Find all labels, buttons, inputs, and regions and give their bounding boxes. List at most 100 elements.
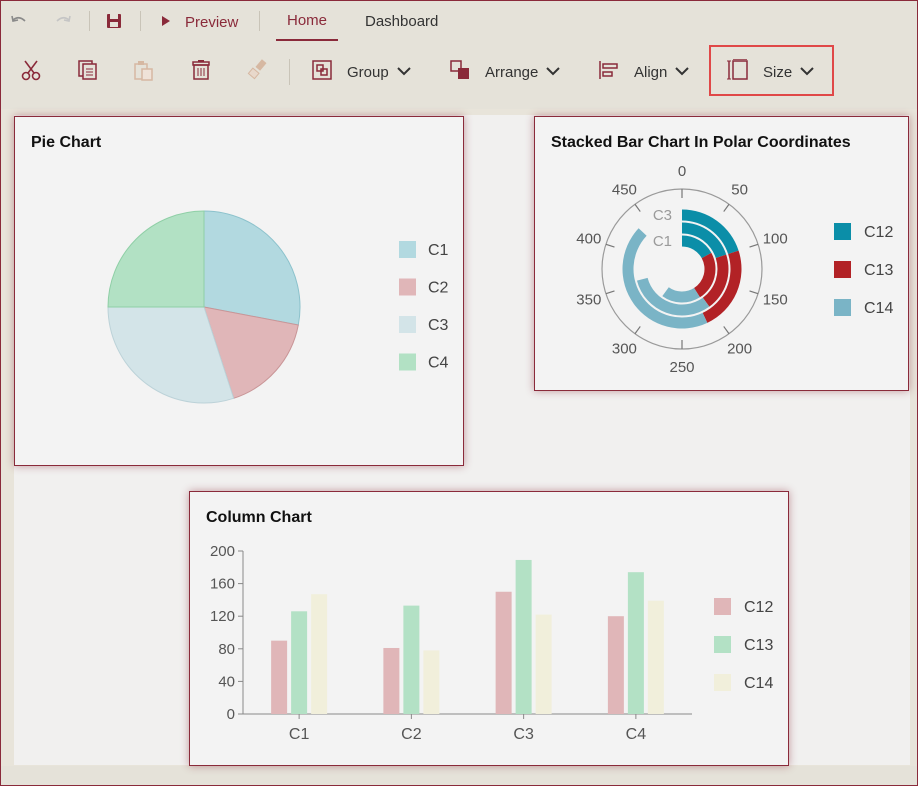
group-icon [311, 59, 333, 86]
chevron-down-icon [546, 63, 561, 81]
paste-button[interactable] [133, 57, 155, 87]
paste-icon [133, 59, 155, 86]
chevron-down-icon [396, 63, 411, 81]
pie-chart-panel[interactable]: Pie Chart C1 C2 C3 C4 [14, 116, 464, 466]
bottom-bar [1, 766, 917, 785]
align-button[interactable]: Align [598, 57, 690, 87]
bar-c14-c2 [423, 650, 440, 714]
group-label: Group [347, 63, 389, 81]
polar-chart: 0 50 100 150 200 250 300 350 400 450 C1 C3 C12 C13 C14 [576, 163, 893, 376]
bar-c13-c2 [403, 605, 420, 714]
legend-label-c13: C13 [864, 262, 893, 279]
group-button[interactable]: Group [311, 57, 411, 87]
polar-category-label: C3 [653, 207, 672, 224]
polar-category-label: C1 [653, 233, 672, 250]
polar-tick-label: 100 [763, 231, 788, 248]
align-left-icon [598, 59, 620, 86]
pie-chart: C1 C2 C3 C4 [107, 210, 449, 404]
preview-label: Preview [185, 13, 239, 31]
bar-c13-c4 [627, 572, 644, 714]
copy-button[interactable] [77, 57, 99, 87]
polar-tick-label: 0 [678, 163, 686, 180]
ribbon-toolbar: Group Arrange Align Size [1, 41, 917, 109]
legend-swatch-c14 [834, 299, 851, 316]
arrange-label: Arrange [485, 63, 539, 81]
legend-swatch-c3 [399, 316, 416, 333]
legend-swatch-c13 [834, 261, 851, 278]
redo-icon[interactable] [53, 11, 73, 31]
legend-label-c14: C14 [744, 675, 773, 692]
y-tick-label: 0 [227, 706, 235, 723]
chevron-down-icon [800, 63, 814, 81]
legend-label-c4: C4 [428, 355, 449, 372]
legend-label-c12: C12 [744, 599, 773, 616]
brush-icon [247, 58, 269, 86]
delete-button[interactable] [190, 57, 212, 87]
size-label: Size [763, 63, 793, 81]
bar-c13-c3 [515, 559, 532, 714]
x-tick-label: C1 [289, 726, 310, 743]
format-painter-button[interactable] [247, 57, 269, 87]
tab-home[interactable]: Home [276, 1, 338, 41]
legend-swatch-c14 [714, 674, 731, 691]
bar-c12-c1 [271, 640, 288, 714]
polar-tick [634, 326, 641, 335]
y-tick-label: 120 [210, 608, 235, 625]
bar-c14-c1 [311, 594, 328, 714]
y-tick-label: 80 [218, 641, 235, 658]
size-icon [727, 57, 749, 86]
chevron-down-icon [675, 63, 690, 81]
align-label: Align [634, 63, 668, 81]
arrange-button[interactable]: Arrange [449, 57, 561, 87]
polar-tick [723, 326, 730, 335]
polar-tick-label: 450 [612, 182, 637, 199]
top-toolbar: Preview Home Dashboard [1, 1, 917, 41]
bar-c12-c3 [495, 591, 512, 714]
preview-button[interactable]: Preview [161, 11, 238, 33]
polar-tick-label: 350 [576, 291, 601, 308]
bar-c13-c1 [291, 611, 308, 714]
size-button[interactable]: Size [727, 57, 814, 87]
column-chart-panel[interactable]: Column Chart 0 40 80 120 160 200 C1 C2 C3 C4 C12 C1… [189, 491, 789, 766]
polar-tick-label: 50 [731, 182, 748, 199]
copy-icon [77, 59, 99, 86]
scissors-icon [20, 59, 42, 86]
legend-label-c3: C3 [428, 317, 449, 334]
polar-tick-label: 150 [763, 291, 788, 308]
y-tick-label: 40 [218, 673, 235, 690]
x-tick-label: C2 [401, 726, 422, 743]
polar-tick [634, 203, 641, 212]
legend-label-c14: C14 [864, 300, 893, 317]
y-tick-label: 200 [210, 543, 235, 560]
polar-chart-panel[interactable]: Stacked Bar Chart In Polar Coordinates 0… [534, 116, 909, 391]
legend-swatch-c13 [714, 636, 731, 653]
cut-button[interactable] [20, 57, 42, 87]
undo-icon[interactable] [9, 11, 29, 31]
arrange-icon [449, 59, 471, 86]
x-tick-label: C3 [513, 726, 534, 743]
bar-c14-c3 [535, 614, 552, 714]
save-icon[interactable] [104, 11, 124, 31]
tab-dashboard[interactable]: Dashboard [365, 1, 438, 41]
polar-tick [749, 290, 759, 295]
bar-c14-c4 [647, 600, 664, 714]
legend-swatch-c2 [399, 278, 416, 296]
legend-swatch-c12 [834, 223, 851, 240]
legend-swatch-c1 [399, 241, 416, 258]
polar-tick-label: 200 [727, 340, 752, 357]
legend-label-c13: C13 [744, 637, 773, 654]
x-tick-label: C4 [626, 726, 647, 743]
polar-tick [605, 290, 615, 295]
legend-label-c12: C12 [864, 224, 893, 241]
legend-swatch-c12 [714, 598, 731, 615]
polar-tick-label: 300 [612, 340, 637, 357]
pie-slice-c4 [107, 210, 205, 308]
legend-label-c1: C1 [428, 242, 449, 259]
polar-tick [605, 243, 615, 248]
legend-swatch-c4 [399, 353, 416, 371]
polar-tick [749, 243, 759, 248]
bar-c12-c4 [607, 616, 624, 714]
legend-label-c2: C2 [428, 280, 449, 297]
play-icon [161, 14, 171, 31]
y-tick-label: 160 [210, 576, 235, 593]
